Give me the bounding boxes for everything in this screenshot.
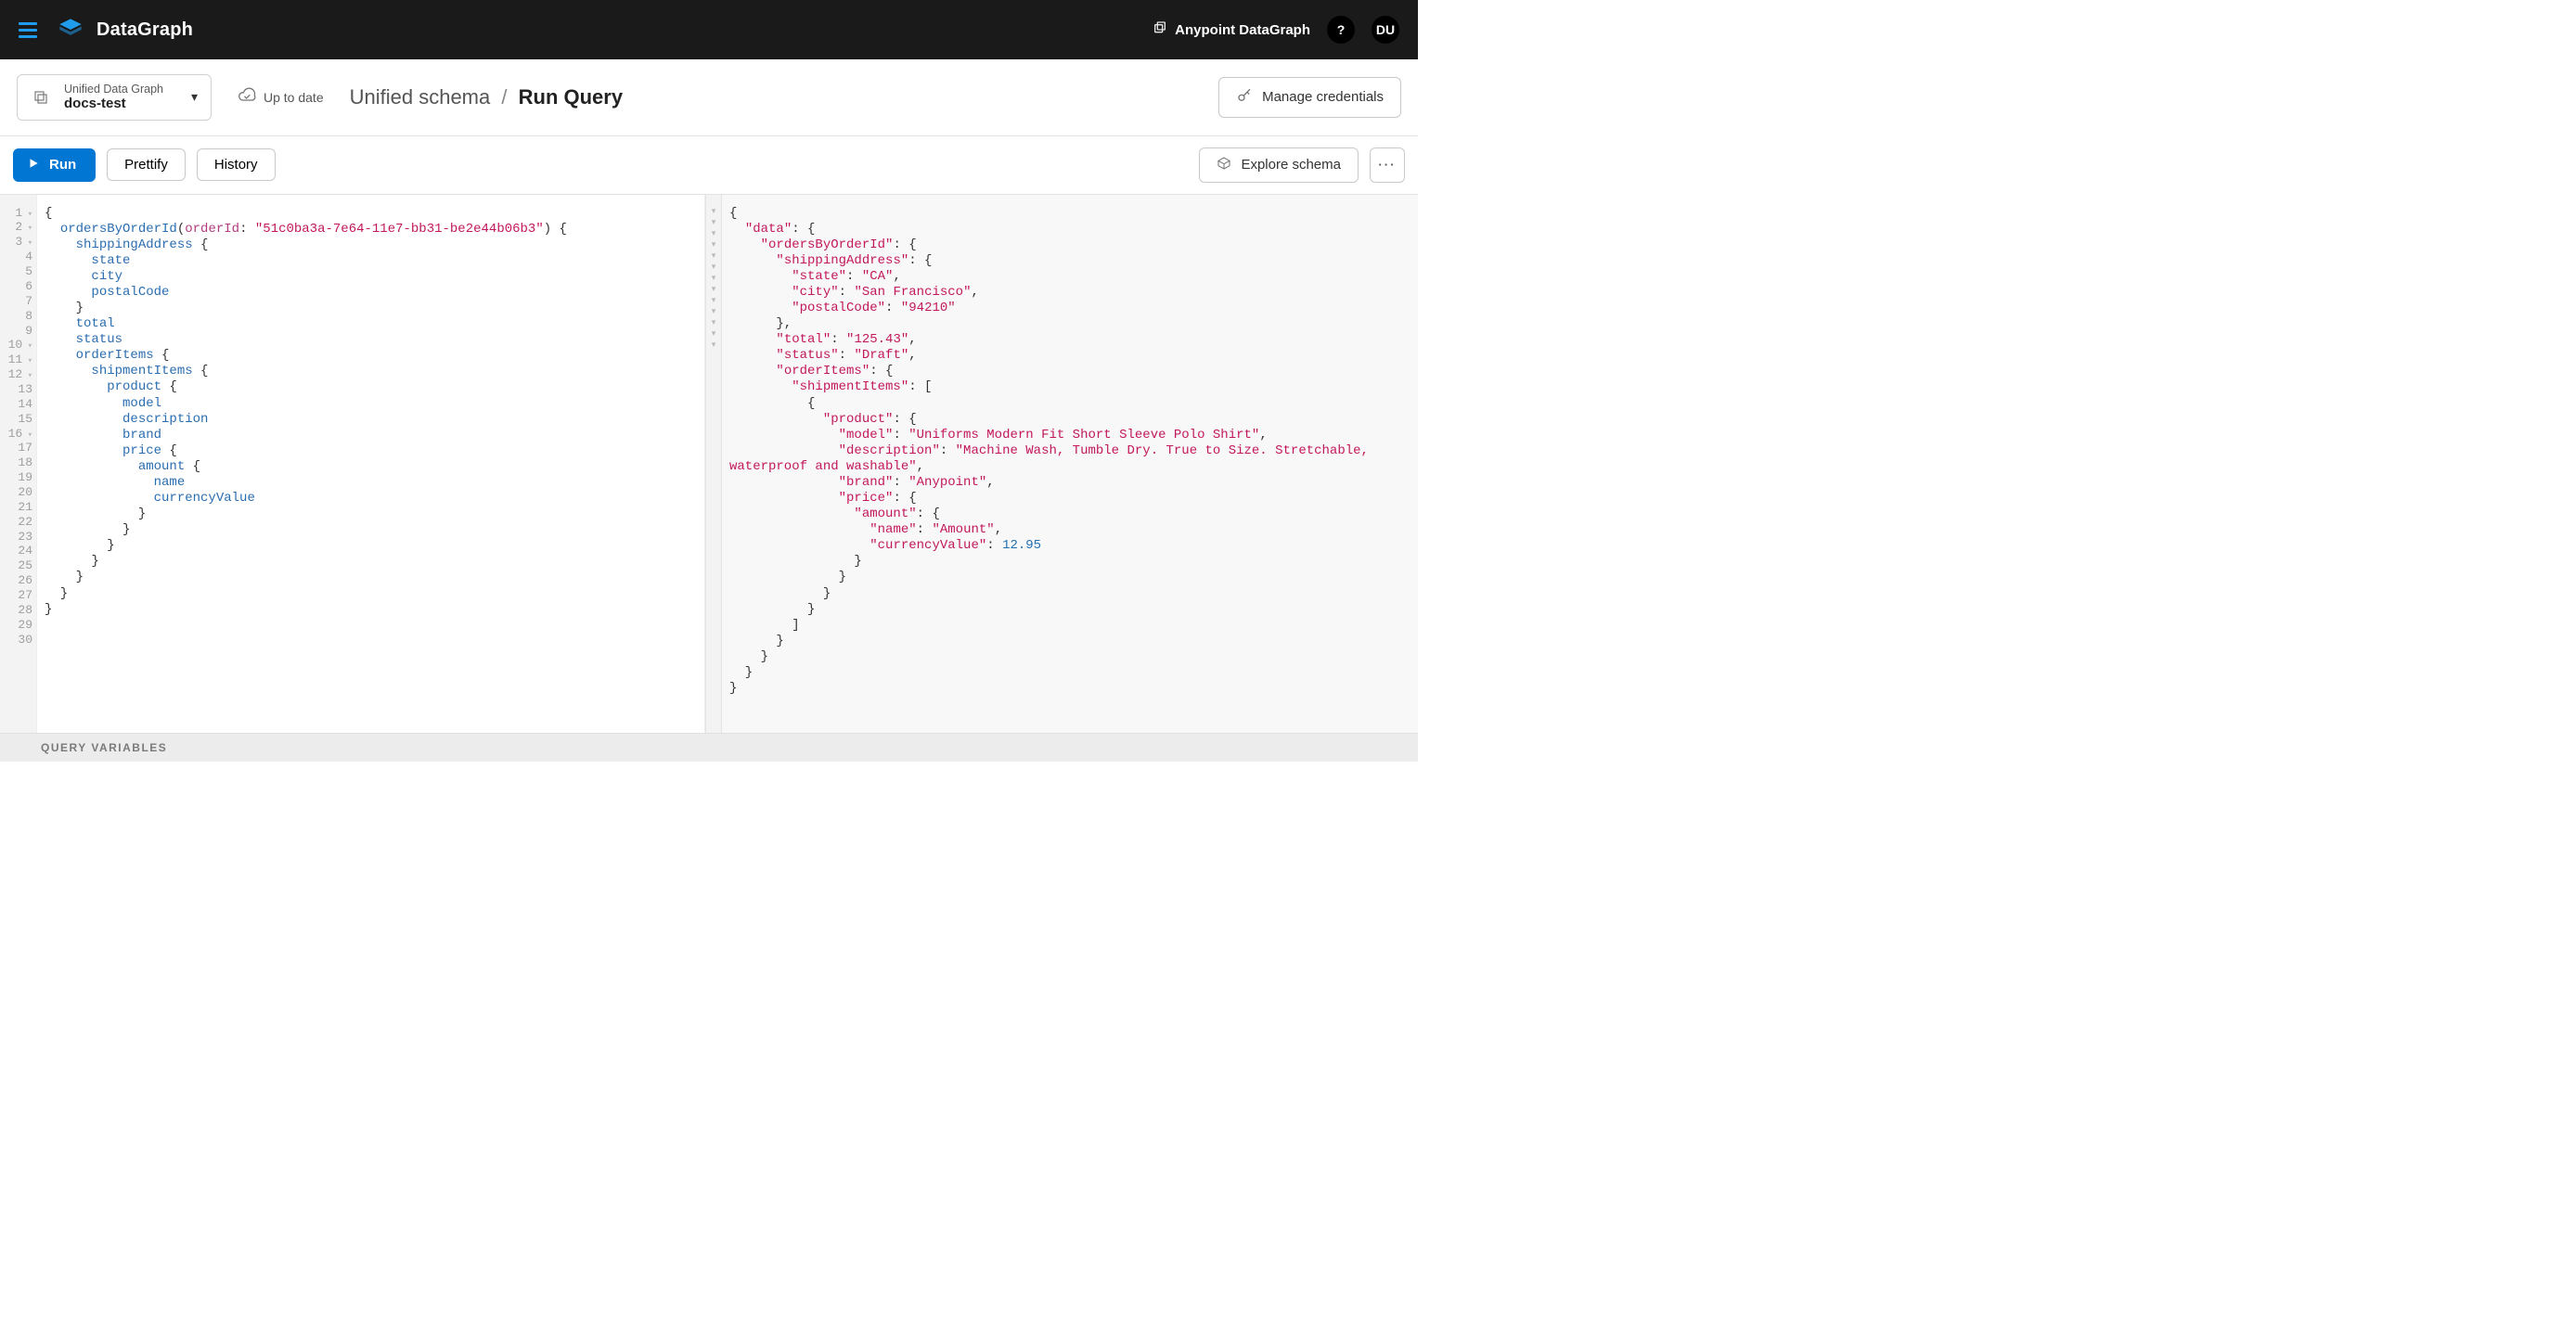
graph-selector[interactable]: Unified Data Graph docs-test ▾ <box>17 74 212 121</box>
breadcrumb-separator: / <box>501 85 507 109</box>
breadcrumb-current: Run Query <box>519 85 623 109</box>
menu-icon[interactable] <box>19 22 37 38</box>
chevron-down-icon: ▾ <box>191 89 198 105</box>
results-pane: { "data": { "ordersByOrderId": { "shippi… <box>722 195 1418 733</box>
help-icon: ? <box>1337 22 1346 37</box>
ellipsis-icon: ··· <box>1378 158 1396 172</box>
external-link-icon <box>1153 20 1167 39</box>
pane-divider[interactable]: ▾▾▾▾▾▾▾▾▾▾▾▾▾ <box>705 195 722 733</box>
history-button[interactable]: History <box>197 148 276 181</box>
graph-selector-title: docs-test <box>64 96 163 111</box>
avatar[interactable]: DU <box>1372 16 1399 44</box>
manage-credentials-label: Manage credentials <box>1262 89 1384 105</box>
prettify-button[interactable]: Prettify <box>107 148 186 181</box>
graph-selector-supertitle: Unified Data Graph <box>64 83 163 96</box>
avatar-initials: DU <box>1376 22 1395 37</box>
explore-schema-button[interactable]: Explore schema <box>1199 147 1359 183</box>
line-gutter: 1234567891011121314151617181920212223242… <box>0 195 37 733</box>
anypoint-datagraph-link[interactable]: Anypoint DataGraph <box>1153 20 1310 39</box>
cube-icon <box>1217 156 1231 174</box>
brand-name: DataGraph <box>97 19 193 41</box>
breadcrumb-parent[interactable]: Unified schema <box>350 85 491 109</box>
help-button[interactable]: ? <box>1327 16 1355 44</box>
subheader: Unified Data Graph docs-test ▾ Up to dat… <box>0 59 1418 136</box>
toolbar: Run Prettify History Explore schema ··· <box>0 136 1418 195</box>
query-variables-bar[interactable]: QUERY VARIABLES <box>0 733 1418 762</box>
run-button[interactable]: Run <box>13 148 96 182</box>
more-button[interactable]: ··· <box>1370 147 1405 183</box>
anypoint-datagraph-label: Anypoint DataGraph <box>1175 22 1310 38</box>
breadcrumb: Unified schema / Run Query <box>350 85 623 109</box>
workspace: 1234567891011121314151617181920212223242… <box>0 195 1418 733</box>
sync-status-label: Up to date <box>264 90 324 105</box>
stack-icon <box>31 87 51 108</box>
run-label: Run <box>49 157 76 173</box>
explore-schema-label: Explore schema <box>1241 157 1341 173</box>
play-icon <box>27 157 40 173</box>
query-editor[interactable]: { ordersByOrderId(orderId: "51c0ba3a-7e6… <box>37 195 705 733</box>
key-icon <box>1236 87 1253 108</box>
brand-logo-icon <box>58 17 84 43</box>
query-variables-label: QUERY VARIABLES <box>41 741 167 754</box>
manage-credentials-button[interactable]: Manage credentials <box>1218 77 1401 118</box>
sync-status: Up to date <box>238 86 324 108</box>
cloud-check-icon <box>238 86 256 108</box>
topbar: DataGraph Anypoint DataGraph ? DU <box>0 0 1418 59</box>
